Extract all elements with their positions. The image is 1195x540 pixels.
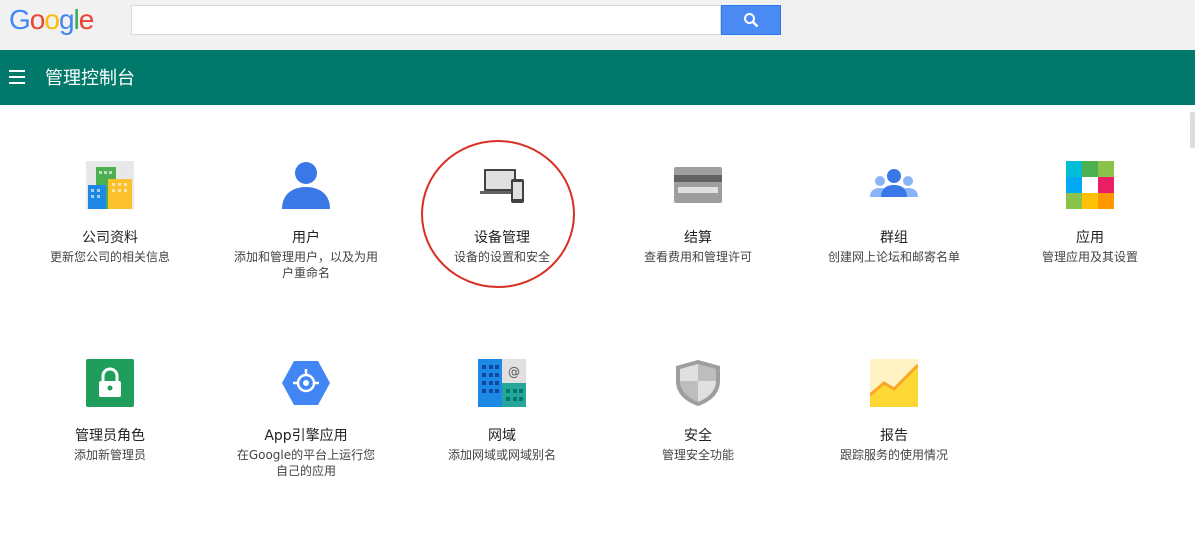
logo-letter: o xyxy=(29,4,46,35)
groups-icon xyxy=(870,169,918,197)
logo-letter: e xyxy=(78,4,95,35)
scrollbar[interactable] xyxy=(1190,112,1195,148)
tile-description: 管理应用及其设置 xyxy=(1041,250,1138,264)
tile-groups[interactable]: 群组 创建网上论坛和邮寄名单 xyxy=(819,161,969,265)
tile-description: 在Google的平台上运行您自己的应用 xyxy=(236,448,376,478)
logo-letter: G xyxy=(9,4,31,35)
tile-reports[interactable]: 报告 跟踪服务的使用情况 xyxy=(819,359,969,463)
tile-title: 用户 xyxy=(292,230,320,246)
tile-description: 添加新管理员 xyxy=(73,448,146,462)
tile-app-engine[interactable]: App引擎应用 在Google的平台上运行您自己的应用 xyxy=(231,359,381,479)
highlight-circle-annotation xyxy=(421,140,575,288)
tile-title: 管理员角色 xyxy=(75,428,145,444)
svg-text:@: @ xyxy=(508,365,520,379)
admin-lock-icon xyxy=(86,359,134,407)
tile-title: 网域 xyxy=(488,428,516,444)
page-title: 管理控制台 xyxy=(45,68,135,89)
reports-chart-icon xyxy=(870,359,918,407)
domains-icon: @ xyxy=(478,359,526,407)
tile-title: 报告 xyxy=(880,428,908,444)
tile-title: 应用 xyxy=(1076,230,1104,246)
tile-admin-roles[interactable]: 管理员角色 添加新管理员 xyxy=(35,359,185,463)
tile-title: App引擎应用 xyxy=(264,428,348,444)
logo-letter: g xyxy=(58,4,75,35)
admin-console-header: 管理控制台 xyxy=(0,50,1195,105)
tile-title: 群组 xyxy=(880,230,908,246)
search-input[interactable] xyxy=(131,5,721,35)
tile-description: 查看费用和管理许可 xyxy=(643,250,752,264)
apps-grid-icon xyxy=(1066,161,1114,209)
google-top-bar: Google xyxy=(0,0,1195,50)
security-shield-icon xyxy=(676,360,720,406)
user-icon xyxy=(282,162,330,209)
tile-description: 跟踪服务的使用情况 xyxy=(839,448,948,462)
search-button[interactable] xyxy=(721,5,781,35)
tile-title: 安全 xyxy=(684,428,712,444)
company-profile-icon xyxy=(86,161,134,209)
logo-letter: o xyxy=(44,4,60,35)
app-engine-icon xyxy=(282,361,330,405)
billing-card-icon xyxy=(674,167,722,203)
tile-users[interactable]: 用户 添加和管理用户，以及为用户重命名 xyxy=(231,161,381,281)
tile-description: 创建网上论坛和邮寄名单 xyxy=(827,250,960,264)
tile-description: 管理安全功能 xyxy=(661,448,734,462)
tile-description: 添加网域或网域别名 xyxy=(447,448,556,462)
google-logo[interactable]: Google xyxy=(9,4,95,36)
tile-title: 结算 xyxy=(684,230,712,246)
tile-description: 添加和管理用户，以及为用户重命名 xyxy=(233,250,378,280)
hamburger-menu-icon[interactable] xyxy=(9,70,25,84)
tile-billing[interactable]: 结算 查看费用和管理许可 xyxy=(623,161,773,265)
tile-apps[interactable]: 应用 管理应用及其设置 xyxy=(1015,161,1165,265)
tile-title: 公司资料 xyxy=(82,230,138,246)
tile-security[interactable]: 安全 管理安全功能 xyxy=(623,359,773,463)
tile-description: 更新您公司的相关信息 xyxy=(49,250,170,264)
tile-company-profile[interactable]: 公司资料 更新您公司的相关信息 xyxy=(35,161,185,265)
tile-domains[interactable]: @ 网域 添加网域或网域别名 xyxy=(427,359,577,463)
search-icon xyxy=(744,13,759,28)
